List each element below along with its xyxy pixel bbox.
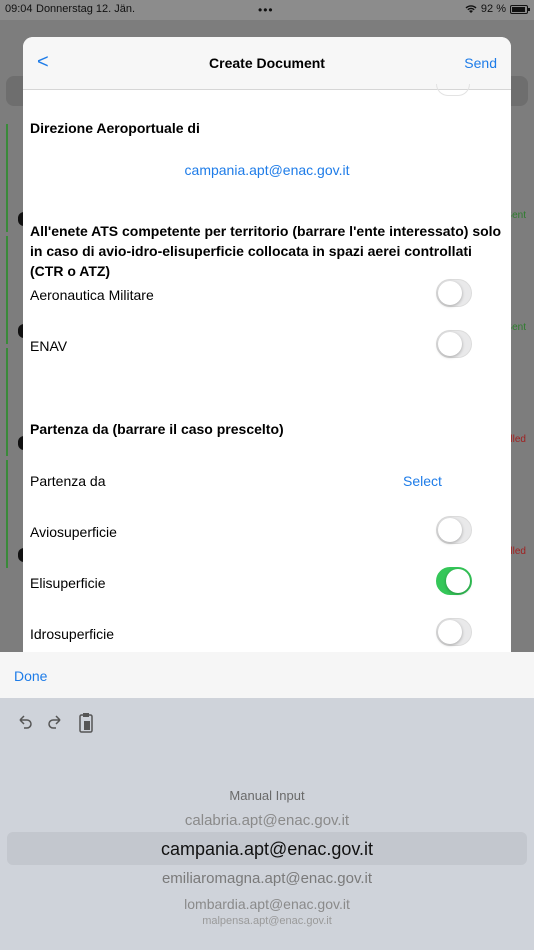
sheet-header: < Create Document Send: [23, 37, 511, 90]
undo-icon[interactable]: [16, 714, 34, 732]
battery-percent: 92 %: [480, 3, 506, 15]
status-bar: 09:04 Donnerstag 12. Jän. ••• 92 %: [0, 0, 534, 20]
row-label-partenza-da: Partenza da: [30, 473, 106, 489]
picker-option[interactable]: lombardia.apt@enac.gov.it: [0, 896, 534, 912]
picker-option[interactable]: malpensa.apt@enac.gov.it: [0, 915, 534, 927]
toggle-knob: [438, 332, 462, 356]
section-title-direzione: Direzione Aeroportuale di: [30, 120, 200, 136]
status-time: 09:04: [5, 3, 33, 15]
email-picker[interactable]: Manual Input calabria.apt@enac.gov.it ca…: [0, 698, 534, 950]
clipboard-icon[interactable]: [78, 712, 94, 734]
direzione-email-field[interactable]: campania.apt@enac.gov.it: [23, 162, 511, 178]
row-label-aeronautica: Aeronautica Militare: [30, 287, 154, 303]
toggle-aviosuperficie[interactable]: [436, 516, 472, 544]
toggle-knob: [446, 569, 470, 593]
done-button[interactable]: Done: [14, 668, 47, 684]
picker-option-selected[interactable]: campania.apt@enac.gov.it: [0, 839, 534, 860]
partenza-select-button[interactable]: Select: [403, 473, 442, 489]
status-right: 92 %: [465, 3, 530, 15]
toggle-knob: [438, 518, 462, 542]
row-label-idrosuperficie: Idrosuperficie: [30, 626, 115, 642]
redo-icon[interactable]: [46, 714, 64, 732]
toggle-enav[interactable]: [436, 330, 472, 358]
picker-option[interactable]: Manual Input: [0, 788, 534, 803]
battery-icon: [510, 4, 530, 14]
background-status: lled: [510, 434, 526, 445]
toggle-knob: [438, 620, 462, 644]
background-status: lled: [510, 546, 526, 557]
create-document-sheet: < Create Document Send Direzione Aeropor…: [23, 37, 511, 652]
section-title-partenza: Partenza da (barrare il caso prescelto): [30, 421, 284, 437]
toggle-partial[interactable]: [436, 84, 470, 96]
picker-toolbar: Done: [0, 652, 534, 698]
toggle-knob: [438, 281, 462, 305]
status-date: Donnerstag 12. Jän.: [36, 3, 136, 15]
row-label-aviosuperficie: Aviosuperficie: [30, 524, 117, 540]
toggle-aeronautica-militare[interactable]: [436, 279, 472, 307]
toggle-elisuperficie[interactable]: [436, 567, 472, 595]
send-button[interactable]: Send: [464, 55, 497, 71]
sheet-title: Create Document: [209, 55, 325, 71]
row-label-enav: ENAV: [30, 338, 68, 354]
picker-option[interactable]: emiliaromagna.apt@enac.gov.it: [0, 870, 534, 887]
wifi-icon: [465, 5, 477, 13]
picker-option[interactable]: calabria.apt@enac.gov.it: [0, 812, 534, 829]
row-label-elisuperficie: Elisuperficie: [30, 575, 106, 591]
toggle-idrosuperficie[interactable]: [436, 618, 472, 646]
multitasking-dots-icon[interactable]: •••: [258, 3, 274, 17]
section-title-ats: All'enete ATS competente per territorio …: [30, 223, 502, 279]
